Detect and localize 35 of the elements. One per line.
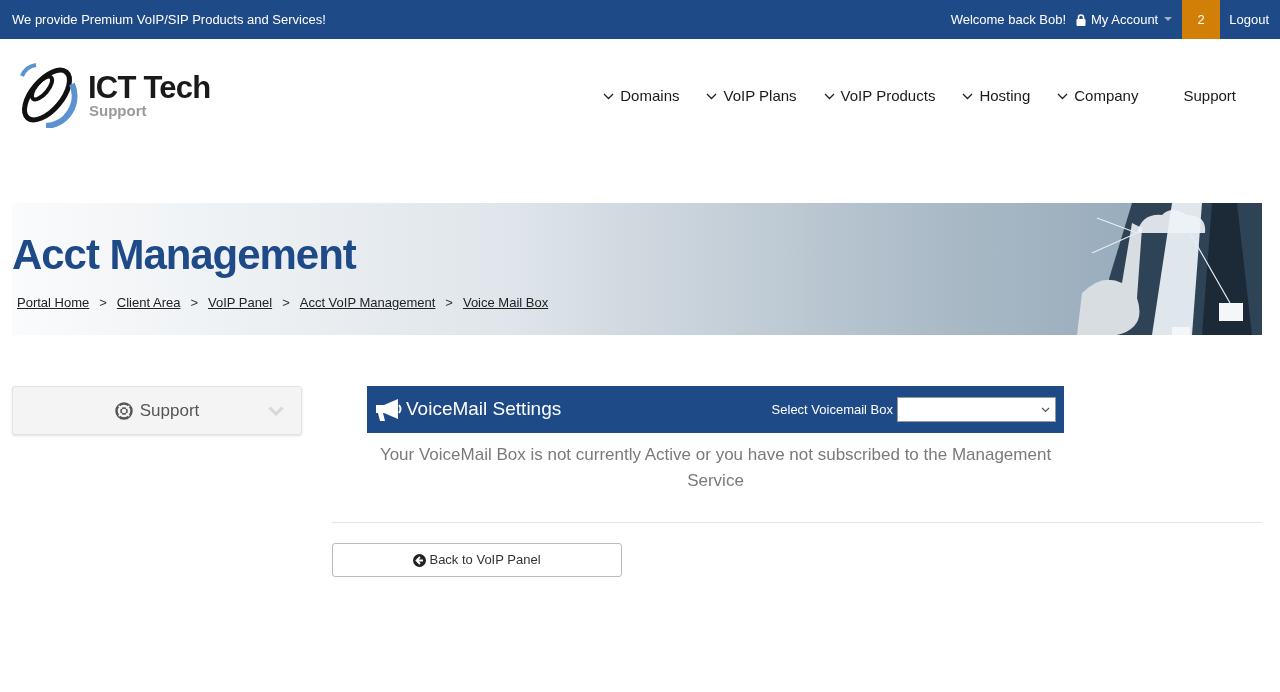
nav-link[interactable]: Hosting (962, 84, 1031, 108)
sidebar-panel-toggle[interactable]: Support (12, 386, 302, 435)
lifebuoy-icon (114, 401, 133, 420)
nav-link[interactable]: VoIP Products (823, 84, 936, 108)
voicemail-box-select[interactable] (897, 397, 1056, 422)
panel-title: VoiceMail Settings (406, 397, 562, 422)
breadcrumb-link[interactable]: Acct VoIP Management (299, 293, 436, 313)
nav-link[interactable]: Domains (603, 84, 680, 108)
welcome-text: Welcome back Bob! (950, 10, 1067, 29)
logo-subtitle: Support (89, 103, 148, 118)
breadcrumb-separator: > (99, 294, 107, 312)
select-label: Select Voicemail Box (771, 400, 893, 419)
back-button[interactable]: Back to VoIP Panel (332, 543, 622, 577)
breadcrumb-link[interactable]: VoIP Panel (208, 293, 273, 313)
breadcrumb-link[interactable]: Voice Mail Box (462, 293, 549, 313)
megaphone-icon (374, 397, 403, 422)
breadcrumb-separator: > (190, 294, 199, 312)
caret-icon (1164, 17, 1173, 22)
nav-link[interactable]: Support (1183, 84, 1236, 108)
nav-link[interactable]: Company (1057, 84, 1139, 108)
chevron-down-icon (1041, 406, 1050, 413)
lock-icon (1076, 13, 1087, 26)
arrow-left-circle-icon (413, 553, 427, 567)
status-message: Your VoiceMail Box is not currently Active or you have not subscribed to the Management Service (378, 444, 1053, 492)
breadcrumb-separator: > (445, 294, 453, 312)
tagline: We provide Premium VoIP/SIP Products and Services! (12, 10, 326, 29)
chevron-icon (268, 405, 284, 416)
logo-title: ICT Tech (88, 72, 211, 103)
nav-link[interactable]: VoIP Plans (706, 84, 797, 108)
breadcrumb-link[interactable]: Portal Home (17, 293, 90, 313)
logout-link[interactable]: Logout (1220, 9, 1278, 30)
account-menu[interactable]: My Account (1076, 9, 1173, 30)
breadcrumb-separator: > (282, 294, 290, 312)
breadcrumb-link[interactable]: Client Area (116, 293, 181, 313)
page-title: Acct Management (12, 230, 356, 280)
